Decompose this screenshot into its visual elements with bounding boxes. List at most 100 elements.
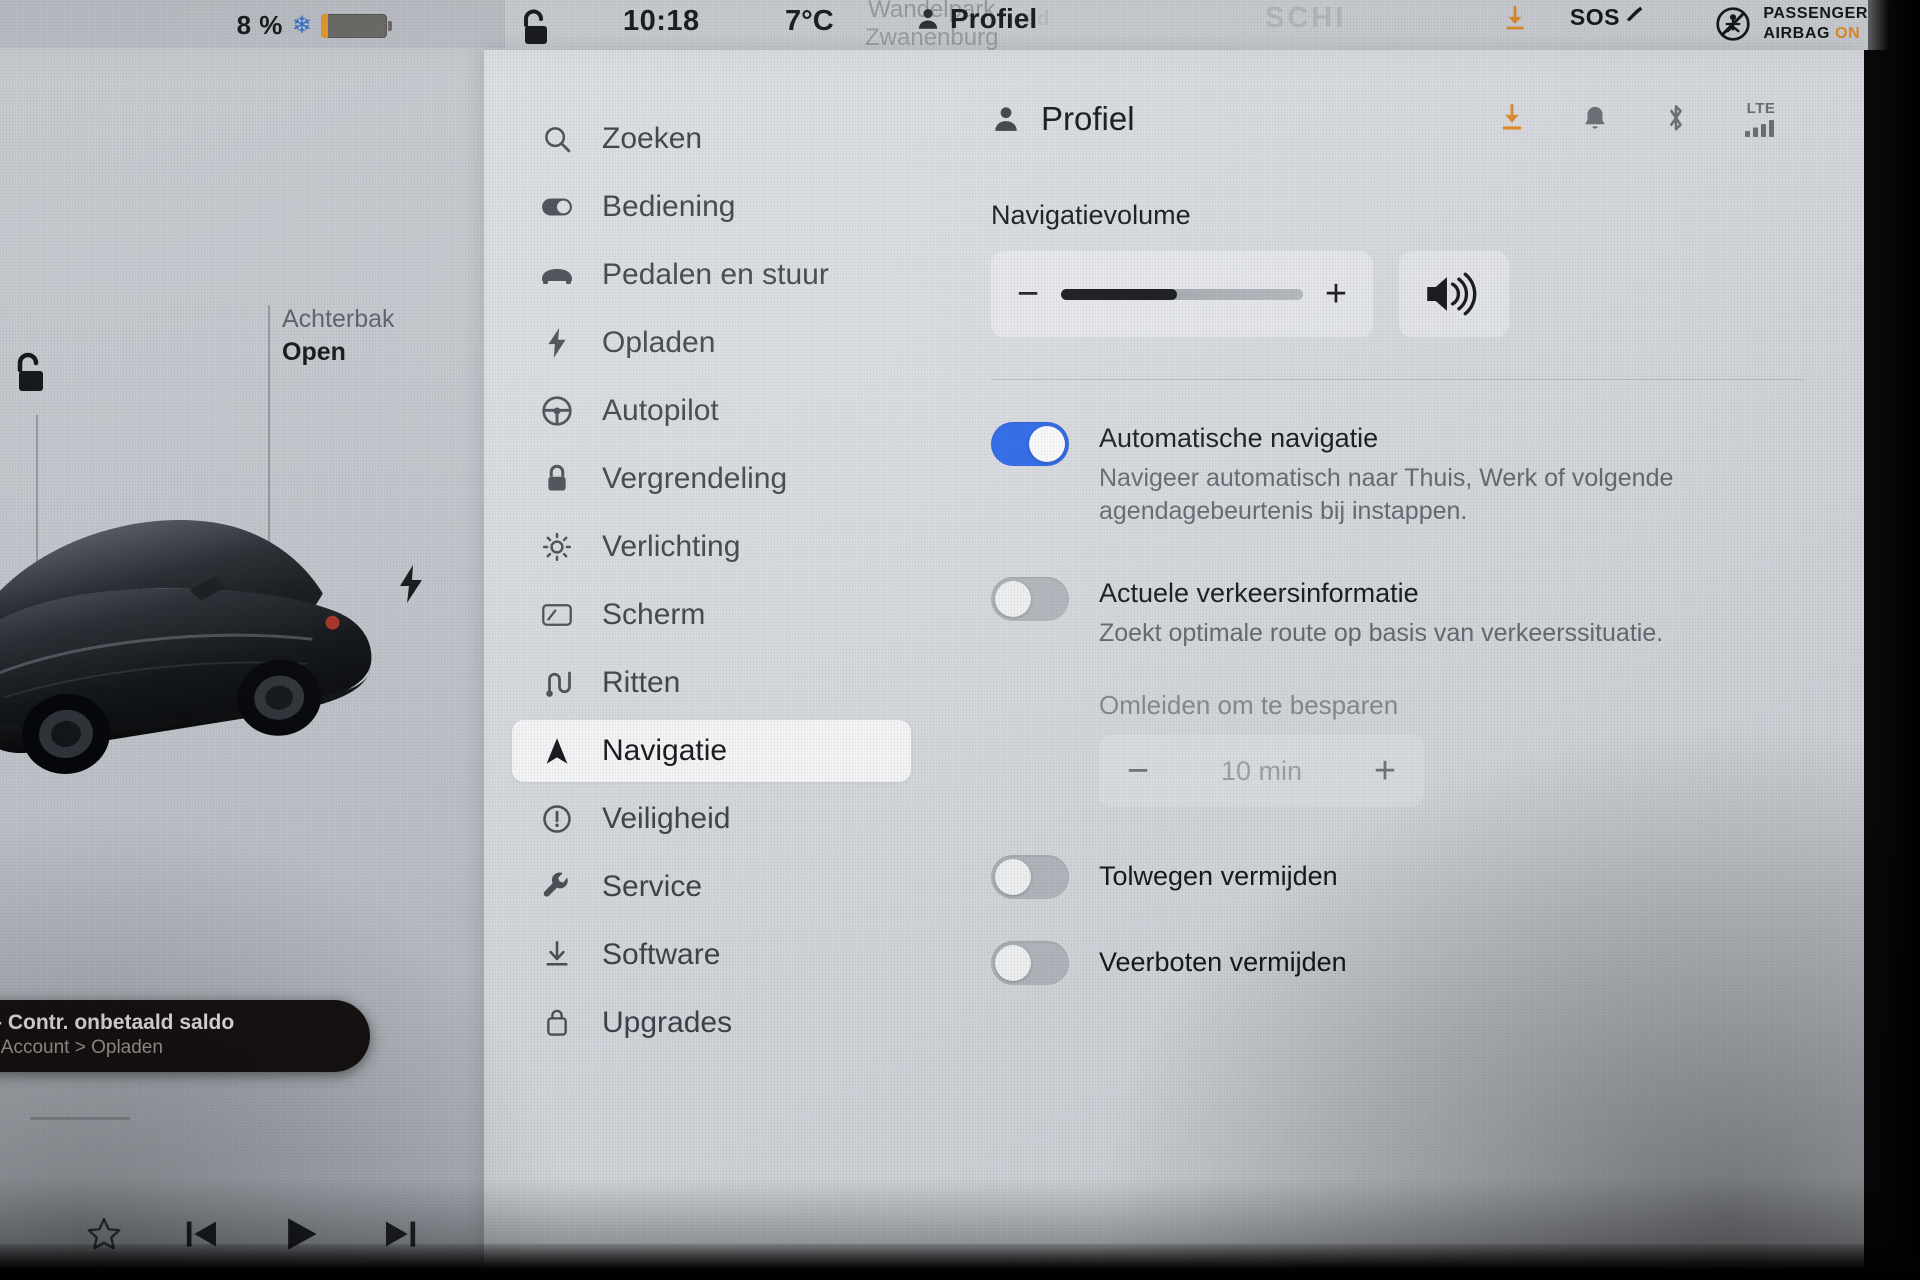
signal-bars-icon[interactable]: LTE (1744, 100, 1778, 138)
airbag-text: PASSENGER AIRBAG ON (1763, 4, 1868, 43)
vehicle-status-panel: 8 % ❄ Achterbak Open Contr. onbetaald sa… (0, 0, 505, 1280)
sidebar-item-verlichting[interactable]: Verlichting (512, 516, 911, 578)
profile-name-label: Profiel (950, 3, 1038, 34)
setting-text: Actuele verkeersinformatie Zoekt optimal… (1099, 577, 1663, 650)
search-icon (540, 122, 574, 156)
unlocked-padlock-icon[interactable] (515, 8, 555, 50)
toggle-automatische-navigatie[interactable] (991, 422, 1069, 466)
toast-subtitle: rofiel > Account > Opladen (0, 1037, 163, 1059)
person-icon (995, 107, 1017, 131)
toggle-knob (1029, 426, 1065, 462)
download-arrow-icon[interactable] (1502, 4, 1528, 39)
navigation-arrow-icon (540, 734, 574, 768)
sidebar-item-label: Ritten (602, 666, 681, 699)
notification-toast[interactable]: mog. - Contr. onbetaald saldo rofiel > A… (0, 1000, 370, 1072)
sidebar-item-label: Zoeken (602, 122, 703, 155)
header-status-icons: LTE (1498, 100, 1778, 138)
detour-decrease-button[interactable]: − (1123, 752, 1153, 789)
setting-title: Tolwegen vermijden (1099, 861, 1338, 892)
sidebar-item-navigatie[interactable]: Navigatie (512, 720, 911, 782)
download-icon[interactable] (1498, 103, 1526, 135)
detour-stepper: − 10 min + (1099, 735, 1424, 807)
sidebar-item-software[interactable]: Software (512, 924, 911, 986)
volume-stepper: − + (991, 251, 1373, 337)
airbag-line-2: AIRBAG (1763, 24, 1831, 42)
page-title-label: Profiel (1041, 100, 1135, 137)
sidebar-item-pedalen-en-stuur[interactable]: Pedalen en stuur (512, 244, 911, 306)
sidebar-item-bediening[interactable]: Bediening (512, 176, 911, 238)
bolt-icon (540, 326, 574, 360)
setting-veerboten-vermijden: Veerboten vermijden (991, 941, 1804, 985)
settings-content: Profiel LTE Navigatievolume − + Automati… (939, 50, 1864, 1280)
navigation-volume-row: − + (991, 251, 1804, 337)
battery-bar-icon (321, 13, 392, 38)
sidebar-item-label: Software (602, 938, 721, 971)
setting-title: Veerboten vermijden (1099, 947, 1347, 978)
sidebar-item-opladen[interactable]: Opladen (512, 312, 911, 374)
settings-sidebar: Zoeken Bediening Pedalen en stuur Oplade… (484, 50, 939, 1280)
setting-tolwegen-vermijden: Tolwegen vermijden (991, 855, 1804, 899)
toggle-actuele-verkeersinformatie[interactable] (991, 576, 1069, 621)
sidebar-item-label: Bediening (602, 190, 736, 223)
clock-label[interactable]: 10:18 (623, 5, 700, 38)
vehicle-render[interactable] (0, 455, 409, 835)
volume-test-button[interactable] (1399, 251, 1509, 337)
detour-label: Omleiden om te besparen (1099, 690, 1399, 720)
sidebar-item-veiligheid[interactable]: Veiligheid (512, 788, 911, 850)
battery-indicator[interactable]: 8 % ❄ (236, 10, 392, 41)
toggle-knob (995, 859, 1031, 895)
volume-decrease-button[interactable]: − (1013, 275, 1043, 312)
sidebar-item-vergrendeling[interactable]: Vergrendeling (512, 448, 911, 510)
toggle-switch-icon (540, 190, 574, 224)
sidebar-item-scherm[interactable]: Scherm (512, 584, 911, 646)
phone-handset-icon (1626, 6, 1643, 22)
navigation-volume-label: Navigatievolume (991, 200, 1191, 230)
setting-actuele-verkeersinformatie: Actuele verkeersinformatie Zoekt optimal… (991, 576, 1804, 650)
trunk-state: Open (282, 338, 346, 366)
page-title[interactable]: Profiel (991, 100, 1135, 138)
toggle-knob (995, 580, 1031, 617)
bluetooth-icon[interactable] (1664, 103, 1688, 135)
snowflake-icon: ❄ (291, 11, 312, 39)
setting-text: Automatische navigatie Navigeer automati… (1099, 422, 1739, 529)
shopping-bag-icon (540, 1006, 574, 1040)
toggle-tolwegen-vermijden[interactable] (991, 855, 1069, 899)
detour-increase-button[interactable]: + (1370, 752, 1400, 789)
toggle-knob (995, 945, 1031, 981)
volume-increase-button[interactable]: + (1321, 275, 1351, 312)
sidebar-item-label: Upgrades (602, 1006, 733, 1039)
detour-setting: Omleiden om te besparen − 10 min + (1099, 690, 1804, 807)
unlocked-padlock-icon[interactable] (8, 352, 50, 396)
airbag-line-2-wrap: AIRBAG ON (1763, 24, 1868, 44)
volume-slider[interactable] (1061, 288, 1303, 300)
light-bulb-icon (540, 530, 574, 564)
car-front-icon (540, 258, 574, 292)
profile-button-top[interactable]: Profiel (915, 3, 1037, 35)
battery-percent-label: 8 % (236, 10, 283, 40)
sidebar-item-service[interactable]: Service (512, 856, 911, 918)
settings-overlay: Zoeken Bediening Pedalen en stuur Oplade… (484, 50, 1864, 1280)
sos-button[interactable]: SOS (1570, 4, 1645, 31)
sidebar-item-label: Pedalen en stuur (602, 258, 829, 291)
media-progress-bar[interactable] (30, 1117, 130, 1120)
trunk-status[interactable]: Achterbak Open (282, 303, 395, 369)
sidebar-item-label: Vergrendeling (602, 462, 788, 495)
setting-description: Navigeer automatisch naar Thuis, Werk of… (1099, 463, 1674, 526)
outside-temperature-label[interactable]: 7°C (785, 5, 834, 38)
sidebar-item-autopilot[interactable]: Autopilot (512, 380, 911, 442)
setting-title: Actuele verkeersinformatie (1099, 577, 1419, 608)
display-icon (540, 598, 574, 632)
airbag-line-1: PASSENGER (1763, 5, 1868, 22)
sos-label: SOS (1569, 4, 1620, 30)
setting-description: Zoekt optimale route op basis van verkee… (1099, 618, 1664, 647)
sidebar-item-label: Navigatie (602, 734, 728, 767)
bell-icon[interactable] (1582, 104, 1608, 134)
toggle-veerboten-vermijden[interactable] (991, 941, 1069, 985)
sidebar-item-zoeken[interactable]: Zoeken (512, 108, 911, 170)
sidebar-item-upgrades[interactable]: Upgrades (512, 992, 911, 1054)
sidebar-item-label: Opladen (602, 326, 716, 359)
screen-bezel-bottom (0, 1244, 1920, 1280)
sidebar-item-ritten[interactable]: Ritten (512, 652, 911, 714)
toast-title: mog. - Contr. onbetaald saldo (0, 1011, 235, 1034)
charging-bolt-icon (400, 565, 422, 603)
